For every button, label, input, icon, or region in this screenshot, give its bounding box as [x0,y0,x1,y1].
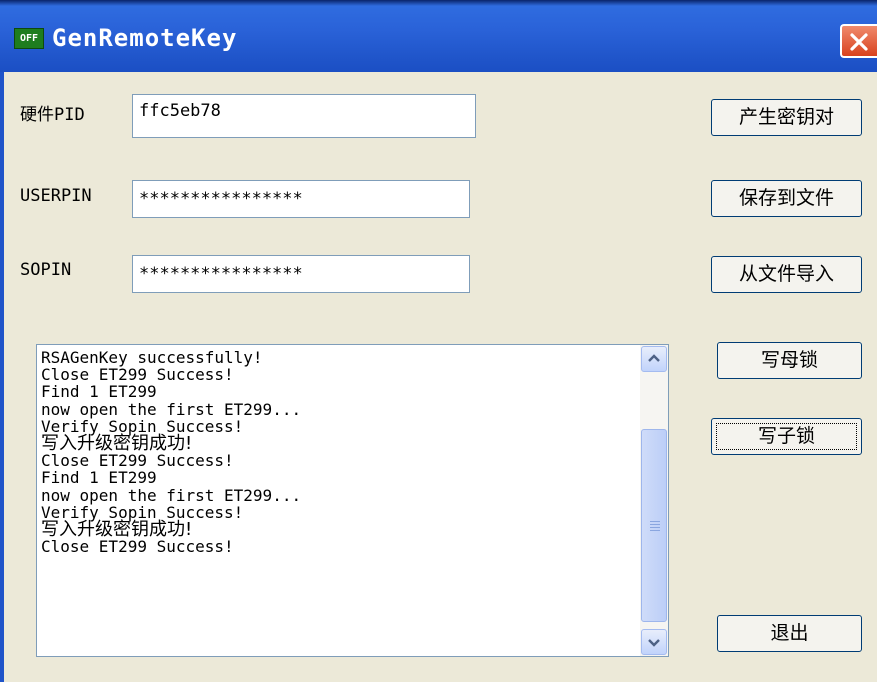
app-icon: OFF [14,28,44,49]
write-master-lock-button[interactable]: 写母锁 [717,342,862,379]
thumb-grip [650,524,660,525]
title-bar[interactable]: OFF GenRemoteKey [0,0,877,72]
scroll-thumb[interactable] [641,429,667,622]
window-title: GenRemoteKey [52,24,238,52]
chevron-up-icon [648,354,660,362]
log-line: 写入升级密钥成功! [41,433,193,455]
write-child-lock-button[interactable]: 写子锁 [711,418,862,455]
userpin-label: USERPIN [20,186,92,206]
log-line: now open the first ET299... [41,485,302,505]
log-output[interactable]: RSAGenKey successfully! Close ET299 Succ… [36,344,669,657]
close-button[interactable] [840,24,877,58]
userpin-input[interactable]: **************** [132,180,470,218]
log-line: now open the first ET299... [41,399,302,419]
generate-keypair-button[interactable]: 产生密钥对 [711,99,862,136]
exit-button[interactable]: 退出 [717,615,862,652]
log-line: Find 1 ET299 [41,382,157,402]
log-line: RSAGenKey successfully! [41,349,263,367]
log-line: Close ET299 Success! [41,365,234,385]
pid-input[interactable]: ffc5eb78 [132,94,476,138]
sopin-label: SOPIN [20,260,72,280]
chevron-down-icon [648,639,660,647]
thumb-grip [650,530,660,531]
thumb-grip [650,521,660,522]
save-to-file-button[interactable]: 保存到文件 [711,180,862,217]
scroll-up-button[interactable] [641,346,667,372]
thumb-grip [650,527,660,528]
log-text: RSAGenKey successfully! Close ET299 Succ… [41,349,636,652]
import-from-file-button[interactable]: 从文件导入 [711,256,862,293]
log-line: 写入升级密钥成功! [41,519,193,541]
log-line: Find 1 ET299 [41,468,157,488]
close-icon [850,33,868,51]
log-line: Close ET299 Success! [41,451,234,471]
pid-label: 硬件PID [20,105,85,125]
log-line: Close ET299 Success! [41,537,234,557]
scroll-down-button[interactable] [641,629,667,655]
window-left-border [0,72,4,682]
log-scrollbar[interactable] [640,345,668,656]
sopin-input[interactable]: **************** [132,255,470,293]
app-window: OFF GenRemoteKey 硬件PID ffc5eb78 USERPIN … [0,0,877,682]
